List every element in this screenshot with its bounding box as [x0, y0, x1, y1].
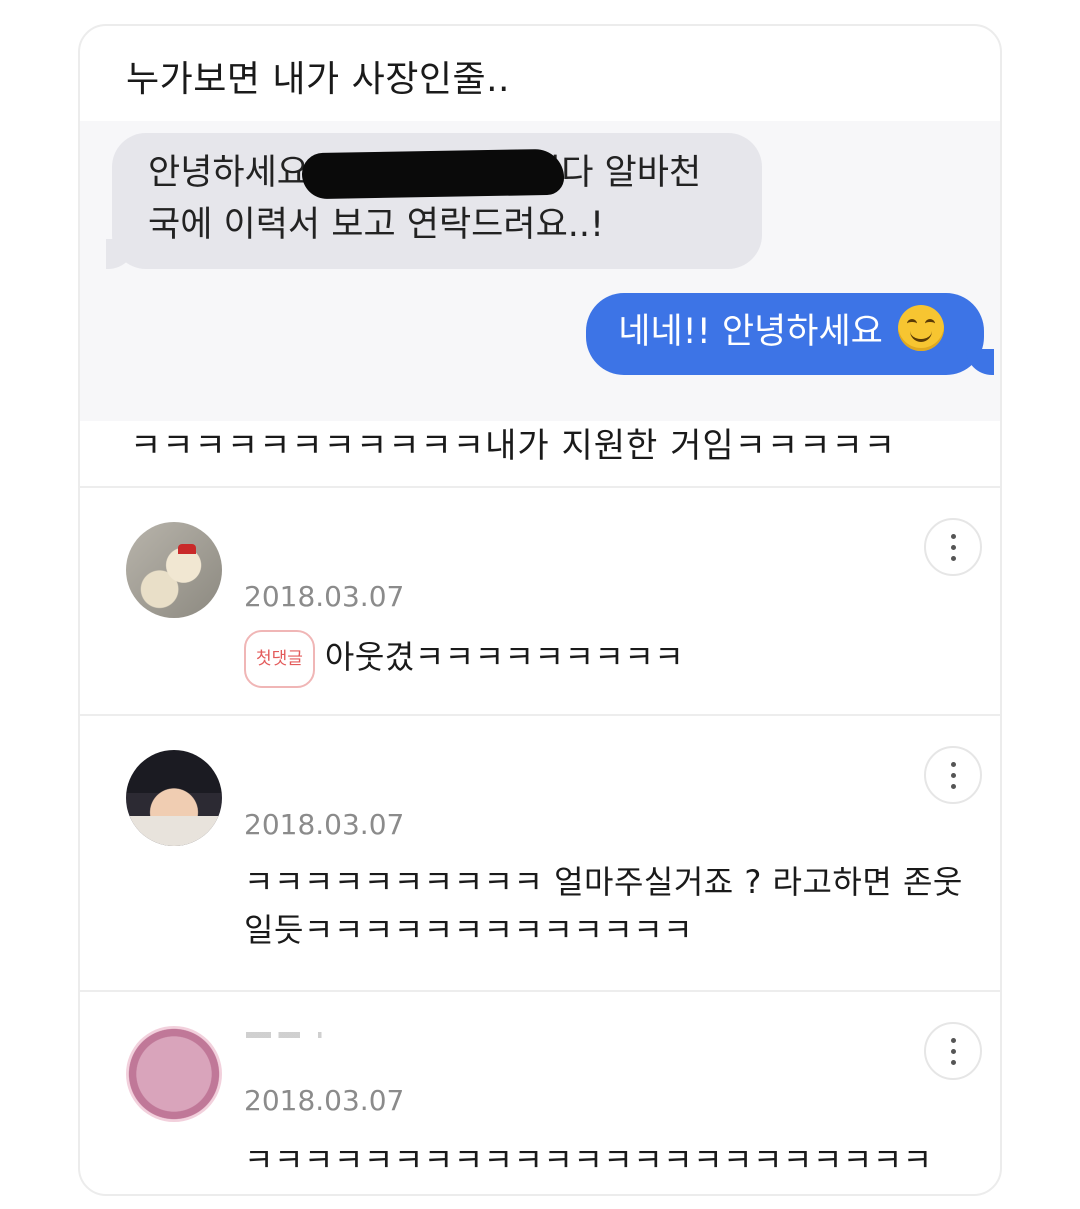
chat-screenshot: 안녕하세요 니다 알바천 국에 이력서 보고 연락드려요..! 네네!! 안녕하세…	[80, 121, 1000, 421]
avatar[interactable]	[126, 1026, 222, 1122]
more-options-icon[interactable]	[924, 746, 982, 804]
comment-date: 2018.03.07	[244, 580, 405, 613]
first-comment-badge: 첫댓글	[244, 630, 315, 688]
outgoing-message-bubble: 네네!! 안녕하세요	[586, 293, 994, 375]
obscured-username	[246, 1032, 336, 1038]
outgoing-message-text: 네네!! 안녕하세요	[618, 312, 883, 352]
post-card: 누가보면 내가 사장인줄.. 안녕하세요 니다 알바천 국에 이력서 보고 연락드…	[78, 24, 1002, 1196]
comment-body-line-2: 일듯ㅋㅋㅋㅋㅋㅋㅋㅋㅋㅋㅋㅋㅋ	[244, 911, 694, 949]
comment-text: ㅋㅋㅋㅋㅋㅋㅋㅋㅋㅋㅋㅋㅋㅋㅋㅋㅋㅋㅋㅋㅋㅋㅋ	[244, 1141, 933, 1179]
comment-text: 첫댓글 아웃겼ㅋㅋㅋㅋㅋㅋㅋㅋㅋ	[244, 630, 684, 688]
comment-item: 2018.03.07 ㅋㅋㅋㅋㅋㅋㅋㅋㅋㅋㅋㅋㅋㅋㅋㅋㅋㅋㅋㅋㅋㅋㅋ	[80, 992, 1000, 1194]
comment-item: 2018.03.07 첫댓글 아웃겼ㅋㅋㅋㅋㅋㅋㅋㅋㅋ	[80, 488, 1000, 714]
comment-text: ㅋㅋㅋㅋㅋㅋㅋㅋㅋㅋ 얼마주실거죠 ? 라고하면 존웃 일듯ㅋㅋㅋㅋㅋㅋㅋㅋㅋㅋ…	[244, 858, 963, 954]
redaction-mark	[301, 148, 565, 200]
post-title: 누가보면 내가 사장인줄..	[126, 59, 510, 100]
comment-item: 2018.03.07 ㅋㅋㅋㅋㅋㅋㅋㅋㅋㅋ 얼마주실거죠 ? 라고하면 존웃 일…	[80, 716, 1000, 992]
comment-date: 2018.03.07	[244, 1084, 405, 1117]
more-options-icon[interactable]	[924, 1022, 982, 1080]
comment-body-line-1: ㅋㅋㅋㅋㅋㅋㅋㅋㅋㅋ 얼마주실거죠 ? 라고하면 존웃	[244, 863, 963, 901]
incoming-message-bubble: 안녕하세요 니다 알바천 국에 이력서 보고 연락드려요..!	[106, 133, 762, 269]
comment-date: 2018.03.07	[244, 808, 405, 841]
avatar[interactable]	[126, 522, 222, 618]
post-caption: ㅋㅋㅋㅋㅋㅋㅋㅋㅋㅋㅋ내가 지원한 거임ㅋㅋㅋㅋㅋ	[130, 426, 897, 466]
comment-body: 아웃겼ㅋㅋㅋㅋㅋㅋㅋㅋㅋ	[324, 638, 685, 676]
avatar[interactable]	[126, 750, 222, 846]
incoming-message-line-1-start: 안녕하세요	[148, 153, 310, 193]
smiling-face-emoji-icon	[898, 305, 944, 351]
incoming-message-line-2: 국에 이력서 보고 연락드려요..!	[148, 205, 605, 245]
more-options-icon[interactable]	[924, 518, 982, 576]
